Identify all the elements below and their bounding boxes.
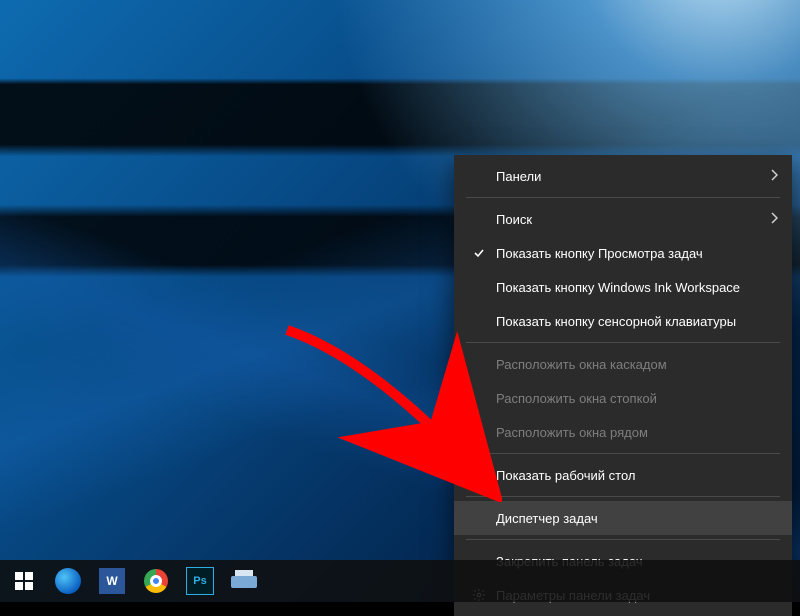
start-button[interactable]	[2, 560, 46, 602]
menu-item-show-desktop[interactable]: Показать рабочий стол	[454, 458, 792, 492]
menu-item-label: Показать кнопку Просмотра задач	[496, 246, 778, 261]
menu-item-task-manager[interactable]: Диспетчер задач	[454, 501, 792, 535]
taskbar-app-chrome[interactable]	[134, 560, 178, 602]
photoshop-icon: Ps	[186, 567, 214, 595]
taskbar-app-printer[interactable]	[222, 560, 266, 602]
menu-item-label: Показать кнопку сенсорной клавиатуры	[496, 314, 778, 329]
chevron-right-icon	[762, 212, 778, 227]
taskbar: W Ps	[0, 560, 800, 602]
chevron-right-icon	[762, 169, 778, 184]
word-icon: W	[99, 568, 125, 594]
menu-item-cascade-windows: Расположить окна каскадом	[454, 347, 792, 381]
taskbar-app-edge[interactable]	[46, 560, 90, 602]
taskbar-context-menu: Панели Поиск Показать кнопку Просмотра з…	[454, 155, 792, 616]
menu-separator	[466, 453, 780, 454]
menu-item-stack-windows: Расположить окна стопкой	[454, 381, 792, 415]
menu-item-label: Показать кнопку Windows Ink Workspace	[496, 280, 778, 295]
chrome-icon	[144, 569, 168, 593]
menu-item-label: Расположить окна стопкой	[496, 391, 778, 406]
menu-item-label: Панели	[496, 169, 762, 184]
menu-item-show-task-view[interactable]: Показать кнопку Просмотра задач	[454, 236, 792, 270]
menu-item-side-by-side: Расположить окна рядом	[454, 415, 792, 449]
menu-separator	[466, 496, 780, 497]
menu-item-label: Показать рабочий стол	[496, 468, 778, 483]
menu-item-show-touch-keyboard[interactable]: Показать кнопку сенсорной клавиатуры	[454, 304, 792, 338]
menu-separator	[466, 539, 780, 540]
menu-item-label: Расположить окна рядом	[496, 425, 778, 440]
check-icon	[468, 247, 490, 259]
menu-item-search[interactable]: Поиск	[454, 202, 792, 236]
edge-icon	[55, 568, 81, 594]
taskbar-app-photoshop[interactable]: Ps	[178, 560, 222, 602]
menu-item-panels[interactable]: Панели	[454, 159, 792, 193]
menu-item-label: Диспетчер задач	[496, 511, 778, 526]
windows-logo-icon	[15, 572, 33, 590]
printer-icon	[231, 570, 257, 592]
menu-item-show-ink-workspace[interactable]: Показать кнопку Windows Ink Workspace	[454, 270, 792, 304]
menu-item-label: Расположить окна каскадом	[496, 357, 778, 372]
menu-item-label: Поиск	[496, 212, 762, 227]
taskbar-app-word[interactable]: W	[90, 560, 134, 602]
menu-separator	[466, 342, 780, 343]
menu-separator	[466, 197, 780, 198]
